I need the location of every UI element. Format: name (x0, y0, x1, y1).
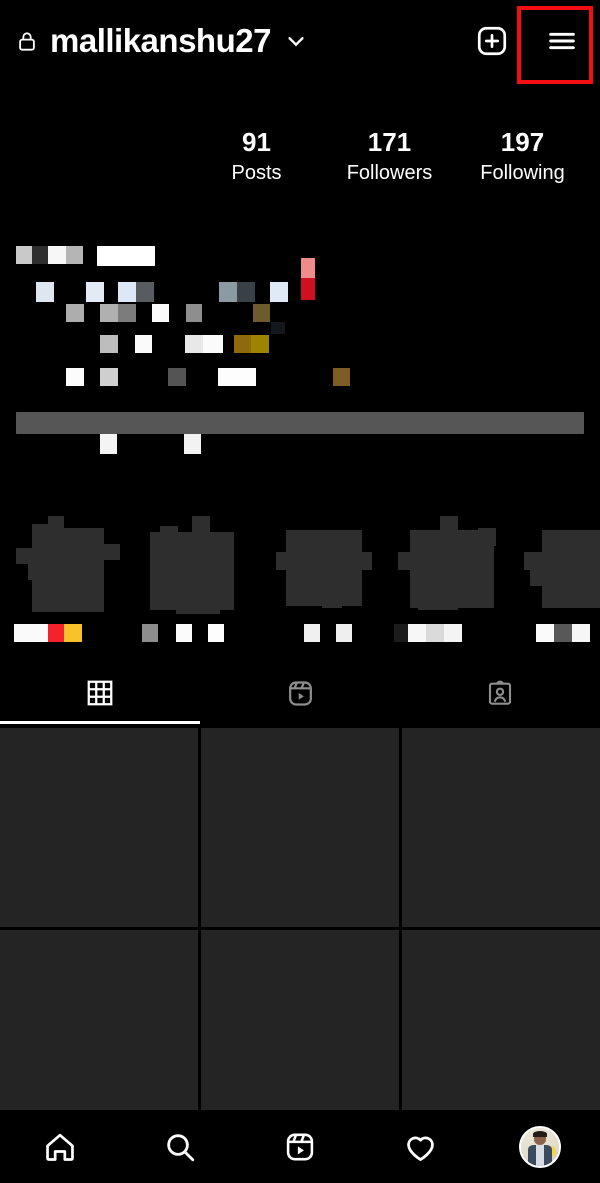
bio-pixel-block (66, 368, 84, 386)
highlight-pixel-block (542, 530, 600, 608)
bio-pixel-block (135, 335, 152, 353)
nav-profile[interactable] (480, 1126, 600, 1168)
highlight-label-pixel-block (554, 624, 572, 642)
highlight-label-pixel-block (304, 624, 320, 642)
highlight-label-pixel-block (444, 624, 462, 642)
bio-pixel-block (32, 246, 48, 264)
post-thumbnail[interactable] (402, 728, 600, 927)
highlight-1[interactable] (0, 478, 128, 644)
bio-pixel-block (219, 282, 237, 302)
bio-pixel-block (333, 368, 350, 386)
highlight-label-pixel-block (336, 624, 352, 642)
bio-pixel-block (152, 304, 169, 322)
bio-pixel-block (234, 335, 251, 353)
bio-pixel-block (301, 258, 315, 278)
bio-pixel-block (118, 282, 136, 302)
bio-pixel-block (16, 246, 32, 264)
bio-pixel-block (237, 282, 255, 302)
bio-pixel-block (136, 282, 154, 302)
highlight-label-censored (256, 624, 384, 644)
highlight-label-pixel-block (426, 624, 444, 642)
post-thumbnail[interactable] (402, 930, 600, 1129)
avatar-hair (532, 1131, 548, 1138)
highlight-label-pixel-block (142, 624, 158, 642)
bio-pixel-block (36, 282, 54, 302)
post-thumbnail[interactable] (0, 728, 198, 927)
highlight-pixel-block (32, 528, 104, 612)
bio-pixel-block (100, 335, 118, 353)
avatar-shirt (536, 1145, 544, 1166)
bio-pixel-block (253, 304, 270, 322)
post-thumbnail[interactable] (0, 930, 198, 1129)
bio-pixel-block (251, 335, 269, 353)
bio-pixel-block (168, 368, 186, 386)
avatar[interactable] (519, 1126, 561, 1168)
highlight-label-pixel-block (14, 624, 48, 642)
post-thumbnail[interactable] (201, 930, 399, 1129)
bio-pixel-block (186, 304, 202, 322)
highlight-label-pixel-block (176, 624, 192, 642)
bio-pixel-block (184, 434, 201, 454)
highlight-5[interactable] (512, 478, 600, 644)
highlight-label-pixel-block (394, 624, 408, 642)
highlight-label-censored (512, 624, 600, 644)
highlight-label-censored (384, 624, 512, 644)
highlight-label-pixel-block (408, 624, 426, 642)
bio-pixel-block (100, 434, 117, 454)
highlight-thumbnail-censored[interactable] (264, 496, 376, 608)
highlight-label-pixel-block (48, 624, 64, 642)
bio-pixel-block (86, 282, 104, 302)
bio-pixel-block (185, 335, 203, 353)
tab-grid[interactable] (0, 662, 200, 724)
profile-action-bar-censored[interactable] (16, 412, 584, 434)
highlight-4[interactable] (384, 478, 512, 644)
bio-pixel-block (100, 368, 118, 386)
highlight-label-censored (128, 624, 256, 644)
bio-pixel-block (118, 304, 136, 322)
nav-reels[interactable] (240, 1130, 360, 1164)
highlight-pixel-block (322, 588, 342, 608)
post-thumbnail[interactable] (201, 728, 399, 927)
tab-reels[interactable] (200, 662, 400, 724)
bio-pixel-block (100, 304, 118, 322)
highlight-label-pixel-block (572, 624, 590, 642)
story-highlights-row[interactable] (0, 478, 600, 642)
nav-search[interactable] (120, 1130, 240, 1164)
highlight-pixel-block (104, 544, 120, 560)
highlight-pixel-block (176, 592, 220, 614)
highlight-label-pixel-block (208, 624, 224, 642)
highlight-3[interactable] (256, 478, 384, 644)
nav-activity[interactable] (360, 1130, 480, 1165)
highlight-thumbnail-censored[interactable] (8, 496, 120, 612)
post-grid (0, 728, 600, 1129)
profile-tab-bar (0, 662, 600, 724)
highlight-thumbnail-censored[interactable] (392, 496, 504, 610)
bio-pixel-block (66, 246, 83, 264)
highlight-label-pixel-block (536, 624, 554, 642)
bio-pixel-block (270, 282, 288, 302)
bio-pixel-block (48, 246, 66, 264)
bio-pixel-block (97, 246, 155, 266)
highlight-thumbnail-censored[interactable] (520, 496, 600, 608)
nav-home[interactable] (0, 1130, 120, 1164)
tab-active-underline (0, 721, 200, 724)
bio-pixel-block (218, 368, 256, 386)
highlight-pixel-block (418, 588, 458, 610)
instagram-profile-screen: mallikanshu27 91 Posts 171 Followers 197… (0, 0, 600, 1183)
highlight-2[interactable] (128, 478, 256, 644)
highlight-label-pixel-block (64, 624, 82, 642)
bio-pixel-block (203, 335, 223, 353)
bio-pixel-block (271, 322, 285, 334)
tab-tagged[interactable] (400, 662, 600, 724)
bio-pixel-block (301, 278, 315, 300)
highlight-thumbnail-censored[interactable] (136, 496, 248, 614)
bio-pixel-block (66, 304, 84, 322)
profile-bio-censored (0, 0, 600, 470)
bottom-navigation-bar (0, 1110, 600, 1183)
highlight-label-censored (0, 624, 128, 644)
